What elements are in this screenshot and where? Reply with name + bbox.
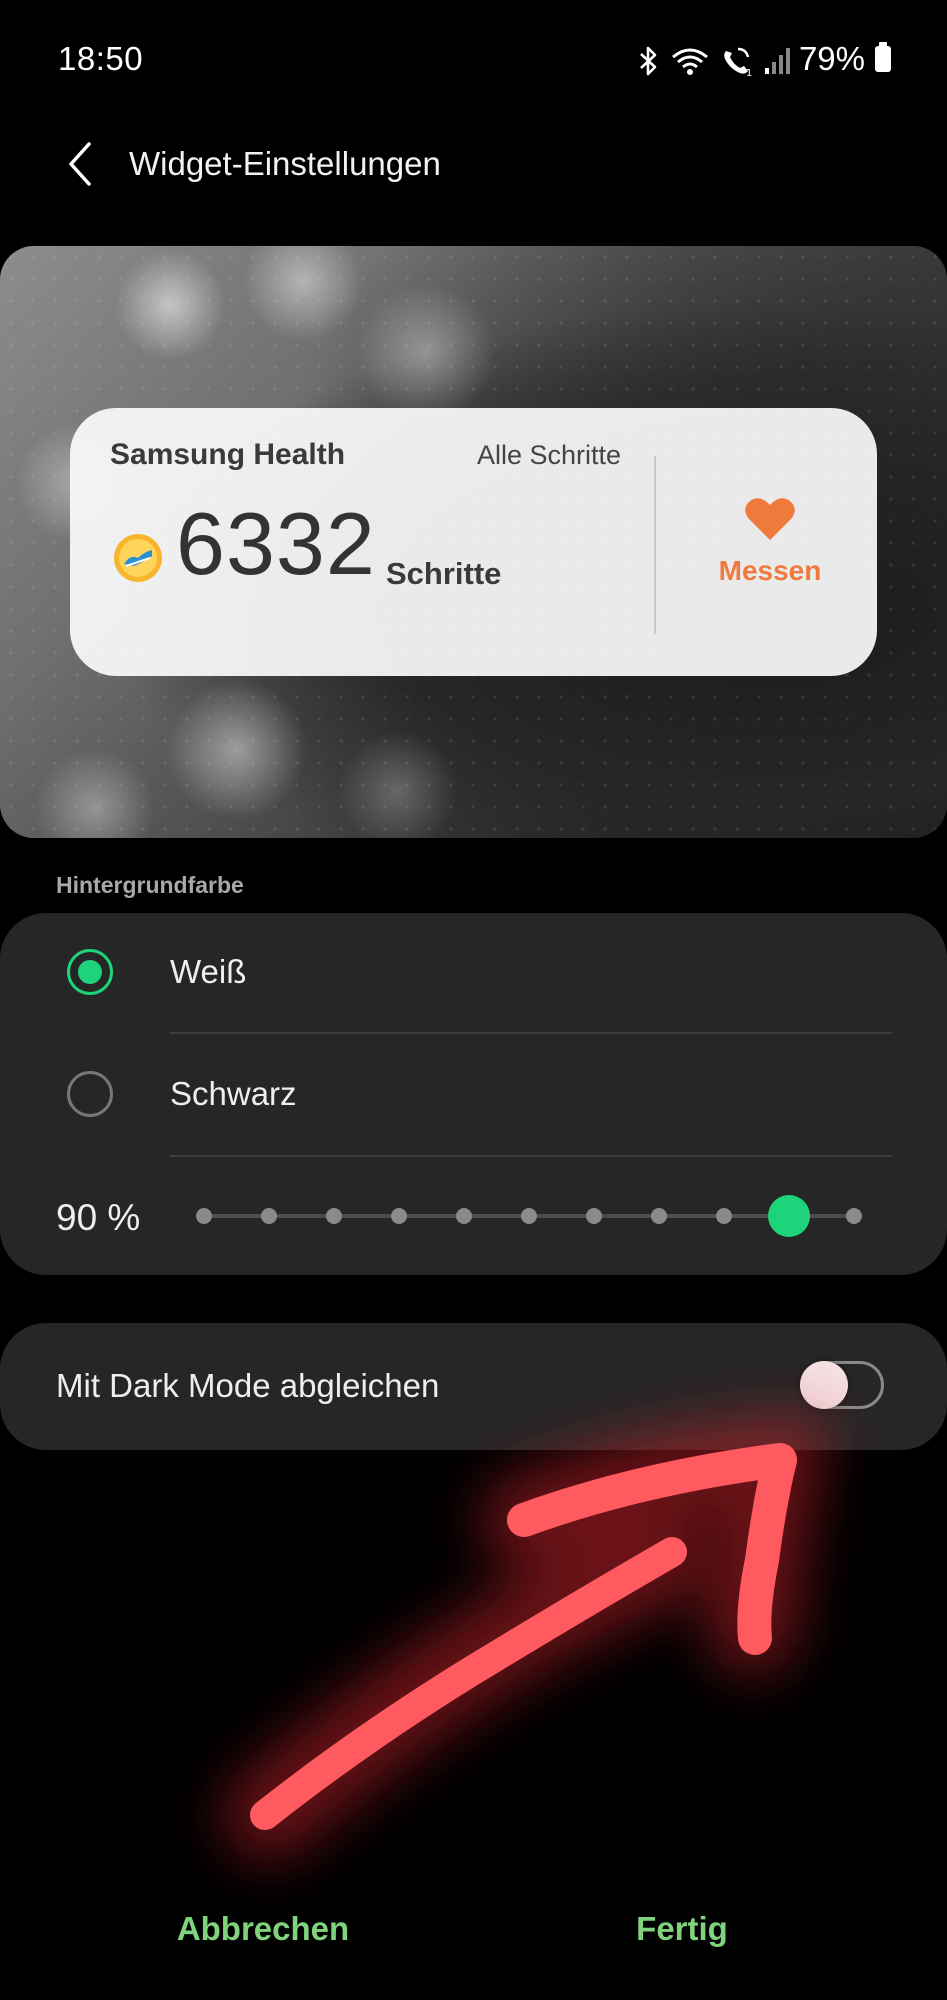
widget-app-name: Samsung Health [110, 438, 346, 471]
signal-icon [764, 46, 792, 76]
slider-step-dot [326, 1208, 342, 1224]
option-white-label: Weiß [170, 953, 247, 990]
option-white[interactable]: Weiß [0, 913, 947, 1033]
option-black[interactable]: Schwarz [0, 1035, 947, 1155]
background-color-section-label: Hintergrundfarbe [56, 872, 244, 898]
app-bar: Widget-Einstellungen [0, 120, 947, 215]
slider-step-dot [586, 1208, 602, 1224]
slider-step-dot [521, 1208, 537, 1224]
running-shoe-badge-icon [112, 532, 164, 584]
slider-step-dot [651, 1208, 667, 1224]
widget-steps-count: 6332 [176, 494, 376, 593]
widget-filter-label: Alle Schritte [477, 440, 622, 470]
heart-icon [744, 498, 796, 546]
widget-preview: Samsung Health Alle Schritte 6332 Schrit… [0, 246, 947, 838]
wifi-calling-icon: 1 [720, 45, 754, 77]
svg-text:1: 1 [746, 68, 752, 77]
slider-step-dot [456, 1208, 472, 1224]
slider-step-dot [196, 1208, 212, 1224]
divider [170, 1032, 892, 1034]
bluetooth-icon [638, 45, 660, 77]
battery-status: 79% [799, 40, 891, 78]
battery-percent: 79% [798, 40, 865, 77]
background-color-card: Weiß Schwarz 90 % [0, 913, 947, 1275]
slider-step-dot [716, 1208, 732, 1224]
wifi-icon [670, 45, 710, 77]
dark-mode-label: Mit Dark Mode abgleichen [56, 1367, 440, 1404]
option-black-label: Schwarz [170, 1075, 297, 1112]
status-icons: 1 [638, 44, 792, 78]
opacity-value: 90 % [56, 1197, 141, 1238]
radio-white[interactable] [67, 949, 113, 995]
battery-icon [875, 42, 891, 72]
dark-mode-row[interactable]: Mit Dark Mode abgleichen [0, 1323, 947, 1450]
opacity-slider[interactable] [196, 1195, 862, 1237]
slider-thumb[interactable] [768, 1195, 810, 1237]
chevron-left-icon [65, 140, 95, 193]
status-bar: 18:50 1 79% [0, 0, 947, 120]
slider-step-dot [261, 1208, 277, 1224]
cancel-button[interactable]: Abbrechen [113, 1910, 413, 1948]
slider-step-dot [846, 1208, 862, 1224]
samsung-health-widget: Samsung Health Alle Schritte 6332 Schrit… [70, 408, 877, 676]
page-title: Widget-Einstellungen [129, 145, 441, 182]
status-time: 18:50 [58, 40, 144, 77]
widget-divider [654, 456, 656, 634]
opacity-row: 90 % [0, 1157, 947, 1275]
measure-button[interactable]: Messen [670, 496, 870, 587]
radio-black[interactable] [67, 1071, 113, 1117]
slider-step-dot [391, 1208, 407, 1224]
bottom-action-bar: Abbrechen Fertig [0, 1900, 947, 1980]
toggle-knob [800, 1361, 848, 1409]
measure-label: Messen [718, 555, 822, 586]
done-button[interactable]: Fertig [532, 1910, 832, 1948]
widget-steps-unit: Schritte [386, 556, 502, 591]
dark-mode-toggle[interactable] [800, 1361, 884, 1409]
back-button[interactable] [50, 136, 110, 196]
